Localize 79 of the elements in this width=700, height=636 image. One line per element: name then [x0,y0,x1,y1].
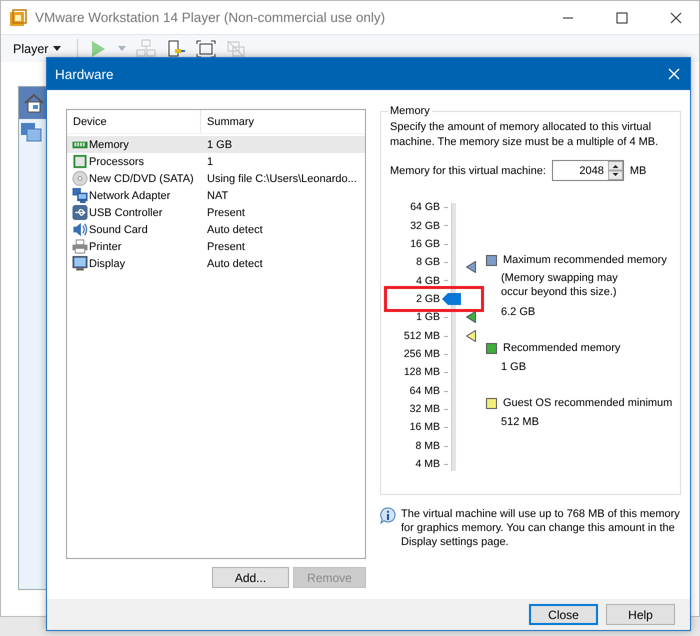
device-plug-icon[interactable] [166,38,186,58]
dialog-title: Hardware [55,66,115,82]
unit-label: MB [630,164,646,176]
scale-label: 8 GB [415,255,440,270]
scale-label: 64 MB [408,384,440,399]
table-cell: New CD/DVD (SATA) [89,172,194,184]
slider-thumb[interactable] [442,292,461,305]
column-header[interactable]: Summary [201,110,254,133]
scale-label: 32 GB [409,218,440,234]
window-title: VMware Workstation 14 Player (Non-commercial use only) [35,10,386,25]
group-title: Memory [389,105,431,117]
fullscreen-icon[interactable] [196,38,216,58]
info-text: The virtual machine will use up to 768 MB of this memory for graphics memory. You can change this amount in the Display settings page. [401,507,681,549]
add-button[interactable]: Add... [212,567,289,588]
legend-label: Guest OS recommended minimum [503,397,672,409]
table-cell-text: Auto detect [206,224,263,236]
help-button[interactable]: Help [606,604,675,625]
memory-spinner[interactable]: 2048 [552,160,624,181]
close-icon[interactable] [668,68,680,80]
home-item[interactable] [19,87,49,119]
scale-label: 1 GB [415,310,440,326]
table-cell: Network Adapter [89,190,170,202]
monitor-icon [72,256,88,271]
table-cell: Display [89,258,126,270]
table-cell-text: Auto detect [206,258,263,270]
usb-icon [72,205,88,220]
table-cell-text: Present [206,240,245,252]
column-header[interactable]: Device [67,110,201,133]
device-row[interactable]: USB Controller Present [67,204,365,221]
speaker-icon [72,222,88,237]
scale-label: 64 GB [409,200,440,216]
network-icon [72,188,88,203]
device-row[interactable]: Memory 1 GB [67,136,365,153]
device-row[interactable]: Sound Card Auto detect [67,221,365,238]
table-cell: Printer [89,240,122,252]
scale-label: 8 MB [414,438,440,454]
scale-label: 4 GB [415,274,440,289]
table-cell-text: Using file C:\Users\Leonardo... [206,172,357,184]
table-cell-text: NAT [206,190,228,202]
app-logo-icon [9,8,27,26]
close-button[interactable]: Close [529,604,598,625]
device-row[interactable]: Network Adapter NAT [67,187,365,204]
table-cell: Memory [89,138,129,150]
chip-icon [72,154,88,169]
scale-label: 32 MB [408,402,440,418]
legend-note: (Memory swapping may occur beyond this size.) [501,271,619,299]
printer-icon [72,239,88,254]
description-text: Specify the amount of memory allocated to this virtual machine. The memory size must be a multiple of 4 MB. [390,120,660,150]
table-cell: Sound Card [89,224,148,236]
scale-label: 128 MB [402,365,440,380]
table-cell: Processors [89,156,144,168]
disc-icon [72,171,88,186]
memory-slider-track[interactable] [451,203,456,471]
scale-label: 4 MB [414,457,440,472]
table-cell: USB Controller [89,206,162,218]
device-row[interactable]: Display Auto detect [67,255,365,272]
scale-label: 16 GB [409,236,440,252]
legend-label: Maximum recommended memory [503,254,667,266]
scale-label: 512 MB [402,328,440,344]
legend-value: 1 GB [501,361,528,373]
table-cell-text: Present [206,206,245,218]
close-icon[interactable] [668,10,684,26]
scale-label: 16 MB [408,420,440,436]
info-icon [380,507,396,524]
scale-label: 256 MB [402,347,440,362]
device-row[interactable]: Printer Present [67,238,365,255]
network-tree-icon[interactable] [136,38,156,58]
maximize-icon[interactable] [614,10,630,26]
field-label: Memory for this virtual machine: [390,164,546,176]
legend-label: Recommended memory [503,342,620,354]
caret-icon [53,46,62,51]
player-menu[interactable]: Player [7,40,68,58]
legend-value: 6.2 GB [501,306,536,318]
legend-value: 512 MB [501,416,540,428]
table-cell-text: 1 [206,156,214,168]
table-cell-text: 1 GB [206,138,232,150]
device-row[interactable]: Processors 1 [67,153,365,170]
scale-label: 2 GB [415,292,440,307]
device-row[interactable]: New CD/DVD (SATA) Using file C:\Users\Leonardo... [67,170,365,187]
